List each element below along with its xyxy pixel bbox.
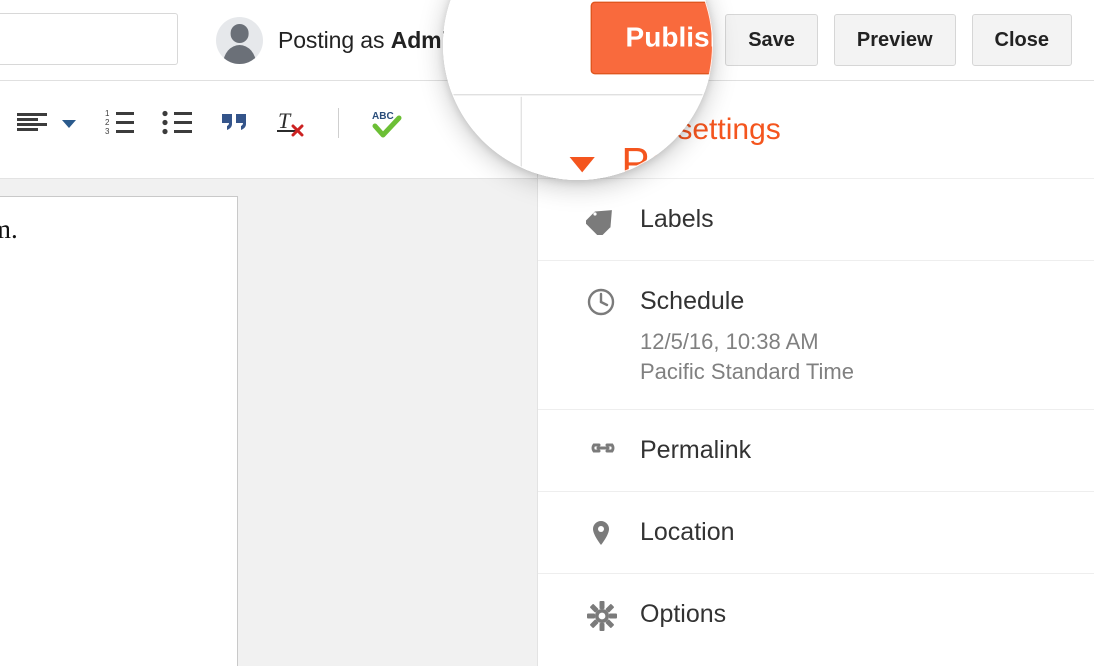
sidebar-item-location[interactable]: Location — [538, 491, 1094, 573]
sidebar-item-label: Location — [640, 518, 735, 546]
post-body-line: dolor ac — [0, 247, 221, 283]
magnifier-content: Posting as Admin Publish Save Preview Cl… — [443, 0, 713, 180]
screenshot-root: Posting as Admin Publish Save Preview Cl… — [0, 0, 1094, 666]
svg-text:T: T — [278, 108, 292, 133]
bullet-list-icon[interactable] — [162, 109, 194, 137]
chevron-down-icon[interactable] — [60, 116, 78, 130]
caret-down-icon — [569, 156, 595, 172]
svg-text:ABC: ABC — [372, 111, 394, 122]
post-title-input[interactable] — [0, 13, 178, 65]
blockquote-icon[interactable] — [220, 110, 250, 136]
posting-as-prefix: Posting as — [278, 26, 385, 53]
sidebar-item-labels[interactable]: Labels — [538, 178, 1094, 260]
post-body-line: natoque — [0, 283, 221, 319]
sidebar-item-label: Options — [640, 600, 727, 628]
sidebar-item-label: Labels — [640, 205, 714, 233]
header-actions: Publish Save Preview Close — [590, 1, 713, 75]
app-page: Posting as Admin Publish Save Preview Cl… — [443, 0, 713, 180]
user-avatar-icon — [216, 16, 263, 64]
align-left-icon[interactable] — [16, 110, 50, 136]
preview-button[interactable]: Preview — [833, 14, 956, 66]
sidebar-item-schedule[interactable]: Schedule 12/5/16, 10:38 AM Pacific Stand… — [538, 260, 1094, 409]
svg-text:1: 1 — [105, 109, 110, 118]
save-button[interactable]: Save — [725, 14, 818, 66]
label-tag-icon — [586, 179, 620, 235]
numbered-list-icon[interactable]: 1 2 3 — [104, 109, 136, 137]
gear-icon — [586, 574, 620, 632]
sidebar-item-label: Schedule — [640, 287, 745, 315]
spellcheck-icon[interactable]: ABC — [371, 108, 403, 138]
close-button[interactable]: Close — [971, 14, 1072, 66]
svg-text:3: 3 — [105, 127, 110, 136]
schedule-value: 12/5/16, 10:38 AM Pacific Standard Time — [640, 327, 1094, 387]
publish-button[interactable]: Publish — [590, 1, 713, 75]
posting-as-text: Posting as Admin — [278, 27, 462, 54]
post-body-editor[interactable]: ut ex diam. dolor ac natoque — [0, 196, 238, 666]
magnifier-lens: Posting as Admin Publish Save Preview Cl… — [443, 0, 713, 180]
location-pin-icon — [586, 492, 620, 550]
posting-as-group: Posting as Admin — [216, 14, 462, 66]
post-settings-header[interactable]: Post settings — [522, 97, 713, 180]
sidebar-item-options[interactable]: Options — [538, 573, 1094, 655]
schedule-datetime: 12/5/16, 10:38 AM — [640, 329, 819, 354]
editor-canvas: ut ex diam. dolor ac natoque — [0, 178, 537, 666]
schedule-timezone: Pacific Standard Time — [640, 359, 854, 384]
post-body-line: ut ex diam. — [0, 214, 18, 244]
toolbar-separator — [338, 108, 339, 138]
clock-icon — [586, 261, 620, 317]
sidebar-item-label: Permalink — [640, 436, 752, 464]
link-icon — [586, 410, 620, 466]
post-settings-title: Post settings — [621, 140, 713, 180]
svg-text:2: 2 — [105, 118, 110, 127]
editor-header-bar: Posting as Admin Publish Save Preview Cl… — [443, 0, 713, 96]
sidebar-item-permalink[interactable]: Permalink — [538, 409, 1094, 491]
post-settings-sidebar: Post settings Labels — [520, 96, 713, 180]
remove-formatting-icon[interactable]: T — [276, 108, 306, 138]
